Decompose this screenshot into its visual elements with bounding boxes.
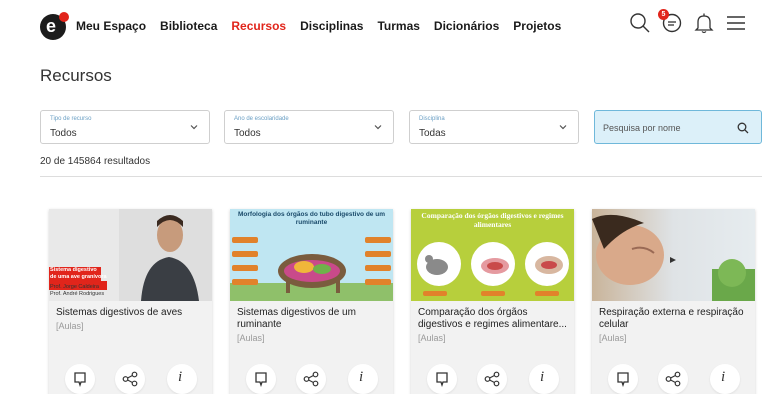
share-icon [484, 371, 500, 387]
search-icon[interactable] [737, 122, 749, 134]
card-type: [Aulas] [418, 333, 446, 343]
thumb-caption-line: de uma ave granívora [50, 273, 107, 280]
nav-item-turmas[interactable]: Turmas [377, 19, 419, 33]
info-button[interactable]: i [529, 364, 559, 394]
info-icon: i [359, 369, 364, 385]
share-button[interactable] [296, 364, 326, 394]
bookmark-button[interactable] [246, 364, 276, 394]
bookmark-button[interactable] [608, 364, 638, 394]
search-box [594, 110, 762, 144]
info-icon: i [540, 369, 545, 385]
thumb-heading: Comparação dos órgãos digestivos e regim… [421, 211, 564, 229]
thumb-heading: Morfologia dos órgãos do tubo digestivo … [238, 211, 385, 226]
messages-badge: 5 [658, 9, 669, 20]
filter-value: Todos [234, 128, 261, 139]
resource-card[interactable]: Morfologia dos órgãos do tubo digestivo … [230, 209, 393, 394]
share-icon [303, 371, 319, 387]
filter-school-year[interactable]: Ano de escolaridade Todos [224, 110, 394, 144]
nav-item-dicionarios[interactable]: Dicionários [434, 19, 499, 33]
divider [40, 176, 762, 177]
hamburger-icon[interactable] [725, 12, 747, 34]
nav-item-disciplinas[interactable]: Disciplinas [300, 19, 363, 33]
chevron-down-icon [559, 125, 567, 130]
logo[interactable]: e [40, 12, 69, 40]
page-title: Recursos [40, 66, 112, 85]
resource-card[interactable]: Sistema digestivo de uma ave granívora P… [49, 209, 212, 394]
bookmark-icon [74, 372, 86, 387]
filter-value: Todas [419, 128, 446, 139]
bookmark-button[interactable] [427, 364, 457, 394]
card-type: [Aulas] [56, 321, 84, 331]
top-navigation-bar: e Meu Espaço Biblioteca Recursos Discipl… [0, 0, 763, 54]
nav-item-biblioteca[interactable]: Biblioteca [160, 19, 217, 33]
card-title[interactable]: Sistemas digestivos de um ruminante [237, 307, 387, 331]
thumb-caption: Sistema digestivo de uma ave granívora P… [50, 267, 107, 297]
filter-subject[interactable]: Disciplina Todas [409, 110, 579, 144]
search-icon[interactable] [629, 12, 651, 34]
main-nav: Meu Espaço Biblioteca Recursos Disciplin… [76, 19, 561, 33]
filter-label: Disciplina [419, 116, 445, 122]
card-thumbnail [592, 209, 755, 301]
card-title[interactable]: Respiração externa e respiração celular [599, 307, 749, 331]
filter-value: Todos [50, 128, 77, 139]
info-button[interactable]: i [348, 364, 378, 394]
chat-icon[interactable]: 5 [658, 9, 683, 34]
logo-dot [59, 12, 69, 22]
share-button[interactable] [115, 364, 145, 394]
bookmark-icon [255, 372, 267, 387]
info-icon: i [178, 369, 183, 385]
filter-resource-type[interactable]: Tipo de recurso Todos [40, 110, 210, 144]
bookmark-icon [436, 372, 448, 387]
card-actions: i [411, 364, 574, 394]
bookmark-button[interactable] [65, 364, 95, 394]
card-thumbnail: Comparação dos órgãos digestivos e regim… [411, 209, 574, 301]
card-thumbnail: Sistema digestivo de uma ave granívora P… [49, 209, 212, 301]
resource-card[interactable]: Comparação dos órgãos digestivos e regim… [411, 209, 574, 394]
card-title[interactable]: Comparação dos órgãos digestivos e regim… [418, 307, 568, 331]
card-actions: i [49, 364, 212, 394]
card-type: [Aulas] [237, 333, 265, 343]
share-button[interactable] [477, 364, 507, 394]
bookmark-icon [617, 372, 629, 387]
info-button[interactable]: i [710, 364, 740, 394]
share-icon [122, 371, 138, 387]
card-type: [Aulas] [599, 333, 627, 343]
chevron-down-icon [190, 125, 198, 130]
logo-letter: e [46, 16, 57, 36]
filter-label: Tipo de recurso [50, 116, 92, 122]
share-icon [665, 371, 681, 387]
nav-item-projetos[interactable]: Projetos [513, 19, 561, 33]
info-icon: i [721, 369, 726, 385]
thumb-caption-line: Prof. André Rodrigues [50, 290, 105, 297]
card-title[interactable]: Sistemas digestivos de aves [56, 307, 206, 319]
card-actions: i [230, 364, 393, 394]
nav-item-recursos[interactable]: Recursos [231, 19, 286, 33]
filter-label: Ano de escolaridade [234, 116, 289, 122]
chevron-down-icon [374, 125, 382, 130]
nav-item-meu-espaco[interactable]: Meu Espaço [76, 19, 146, 33]
search-input[interactable] [603, 120, 733, 136]
card-thumbnail: Morfologia dos órgãos do tubo digestivo … [230, 209, 393, 301]
info-button[interactable]: i [167, 364, 197, 394]
header-actions: 5 [629, 9, 747, 34]
card-actions: i [592, 364, 755, 394]
share-button[interactable] [658, 364, 688, 394]
bell-icon[interactable] [693, 12, 715, 34]
thumb-caption-line: Prof. Jorge Caldeira [50, 284, 99, 290]
resource-card[interactable]: Respiração externa e respiração celular … [592, 209, 755, 394]
results-count: 20 de 145864 resultados [40, 156, 151, 167]
